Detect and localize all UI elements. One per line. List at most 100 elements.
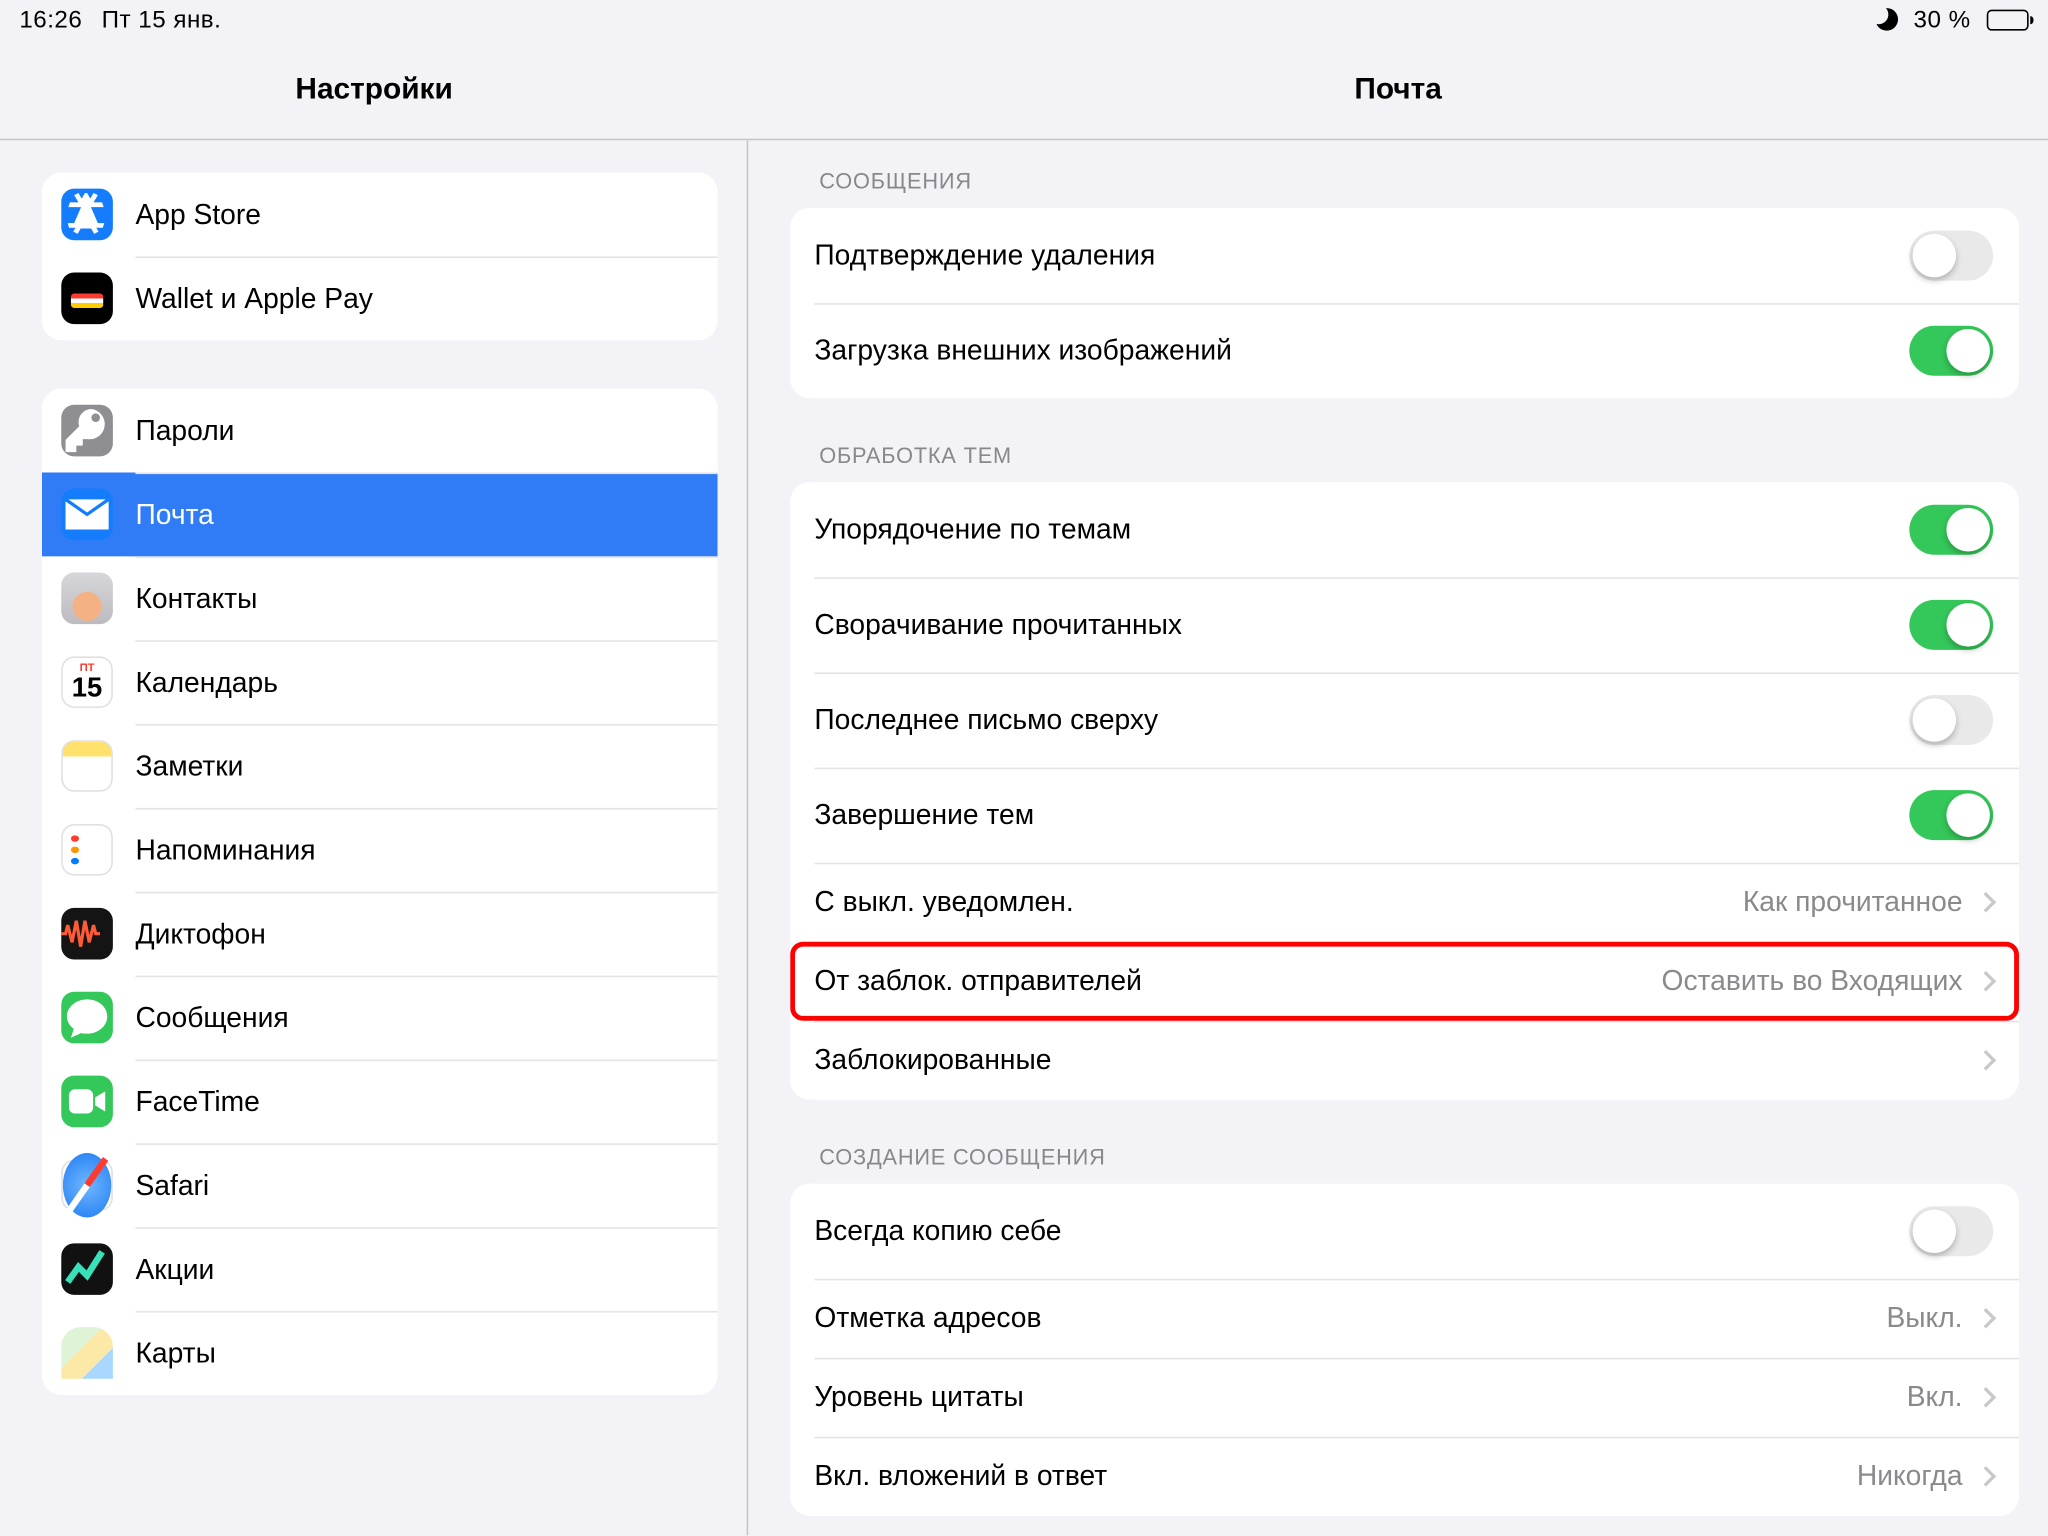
cell-value: Вкл. [1907, 1380, 1963, 1414]
sidebar-title: Настройки [0, 39, 748, 139]
sidebar-item-passwords[interactable]: Пароли [42, 389, 718, 473]
sidebar-item-label: App Store [135, 198, 261, 232]
status-date: Пт 15 янв. [102, 6, 222, 33]
sidebar-item-voice-memos[interactable]: Диктофон [42, 892, 718, 976]
sidebar-item-label: Контакты [135, 581, 257, 615]
toggle-collapse-read[interactable] [1909, 600, 1993, 650]
cell-label: Последнее письмо сверху [814, 703, 1909, 737]
cell-value: Как прочитанное [1743, 885, 1963, 919]
sidebar-item-label: Safari [135, 1168, 209, 1202]
chevron-right-icon [1976, 1050, 1997, 1071]
cell-value: Выкл. [1886, 1301, 1962, 1335]
sidebar-item-safari[interactable]: Safari [42, 1143, 718, 1227]
cell-label: Всегда копию себе [814, 1214, 1909, 1248]
toggle-complete-threads[interactable] [1909, 790, 1993, 840]
sidebar-item-reminders[interactable]: Напоминания [42, 808, 718, 892]
sidebar-item-label: Акции [135, 1252, 214, 1286]
row-most-recent-top[interactable]: Последнее письмо сверху [790, 672, 2019, 767]
sidebar-item-mail[interactable]: Почта [42, 472, 718, 556]
row-complete-threads[interactable]: Завершение тем [790, 768, 2019, 863]
sidebar-item-label: Напоминания [135, 833, 315, 867]
sidebar-item-label: Календарь [135, 665, 277, 699]
sidebar-item-label: Сообщения [135, 1001, 288, 1035]
stocks-icon [61, 1243, 113, 1295]
row-load-remote-images[interactable]: Загрузка внешних изображений [790, 303, 2019, 398]
chevron-right-icon [1976, 1466, 1997, 1487]
sidebar-item-label: Заметки [135, 749, 243, 783]
cell-label: Завершение тем [814, 798, 1909, 832]
voice-memo-icon [61, 908, 113, 960]
row-collapse-read[interactable]: Сворачивание прочитанных [790, 577, 2019, 672]
toggle-always-bcc-myself[interactable] [1909, 1206, 1993, 1256]
messages-icon [61, 992, 113, 1044]
row-muted-thread-action[interactable]: С выкл. уведомлен. Как прочитанное [790, 863, 2019, 942]
row-ask-before-deleting[interactable]: Подтверждение удаления [790, 208, 2019, 303]
sidebar-item-calendar[interactable]: ПТ15 Календарь [42, 640, 718, 724]
settings-sidebar[interactable]: App Store Wallet и Apple Pay Пароли Почт… [0, 140, 748, 1535]
sidebar-item-label: Пароли [135, 414, 234, 448]
notes-icon [61, 740, 113, 792]
sidebar-item-messages[interactable]: Сообщения [42, 976, 718, 1060]
toggle-organize-by-thread[interactable] [1909, 505, 1993, 555]
cell-value: Оставить во Входящих [1662, 964, 1963, 998]
sidebar-item-facetime[interactable]: FaceTime [42, 1059, 718, 1143]
wallet-icon [61, 273, 113, 325]
key-icon [61, 405, 113, 457]
sidebar-item-label: Wallet и Apple Pay [135, 281, 372, 315]
battery-percent: 30 % [1914, 6, 1971, 33]
row-blocked-sender-options[interactable]: От заблок. отправителей Оставить во Вход… [790, 942, 2019, 1021]
cell-label: Упорядочение по темам [814, 513, 1909, 547]
cell-label: От заблок. отправителей [814, 964, 1661, 998]
mail-settings-content[interactable]: Сообщения Подтверждение удаления Загрузк… [748, 140, 2048, 1535]
section-messages: Подтверждение удаления Загрузка внешних … [790, 208, 2019, 398]
sidebar-item-label: Почта [135, 497, 213, 531]
mail-icon [61, 489, 113, 541]
cell-value: Никогда [1857, 1459, 1963, 1493]
chevron-right-icon [1976, 1308, 1997, 1329]
sidebar-item-label: Диктофон [135, 917, 265, 951]
toggle-most-recent-top[interactable] [1909, 695, 1993, 745]
contacts-icon [61, 572, 113, 624]
section-header-composing: Создание сообщения [790, 1100, 2019, 1184]
chevron-right-icon [1976, 971, 1997, 992]
row-increase-quote-level[interactable]: Уровень цитаты Вкл. [790, 1358, 2019, 1437]
sidebar-item-appstore[interactable]: App Store [42, 173, 718, 257]
detail-title: Почта [748, 39, 2048, 139]
sidebar-item-notes[interactable]: Заметки [42, 724, 718, 808]
section-threading: Упорядочение по темам Сворачивание прочи… [790, 482, 2019, 1100]
row-mark-addresses[interactable]: Отметка адресов Выкл. [790, 1279, 2019, 1358]
cell-label: Вкл. вложений в ответ [814, 1459, 1856, 1493]
chevron-right-icon [1976, 1387, 1997, 1408]
chevron-right-icon [1976, 892, 1997, 913]
calendar-icon: ПТ15 [61, 656, 113, 708]
section-header-threading: Обработка тем [790, 398, 2019, 482]
cell-label: Заблокированные [814, 1043, 1978, 1077]
section-header-messages: Сообщения [790, 140, 2019, 208]
facetime-icon [61, 1076, 113, 1128]
appstore-icon [61, 189, 113, 241]
row-organize-by-thread[interactable]: Упорядочение по темам [790, 482, 2019, 577]
reminders-icon [61, 824, 113, 876]
sidebar-item-wallet[interactable]: Wallet и Apple Pay [42, 256, 718, 340]
battery-icon [1987, 9, 2029, 30]
status-bar: 16:26 Пт 15 янв. 30 % [0, 0, 2048, 39]
maps-icon [61, 1327, 113, 1379]
cell-label: Сворачивание прочитанных [814, 608, 1909, 642]
row-include-attachments-reply[interactable]: Вкл. вложений в ответ Никогда [790, 1437, 2019, 1516]
cell-label: Загрузка внешних изображений [814, 334, 1909, 368]
cell-label: Отметка адресов [814, 1301, 1886, 1335]
section-composing: Всегда копию себе Отметка адресов Выкл. … [790, 1184, 2019, 1516]
cell-label: Уровень цитаты [814, 1380, 1906, 1414]
toggle-ask-before-deleting[interactable] [1909, 231, 1993, 281]
status-time: 16:26 [19, 6, 82, 33]
sidebar-item-maps[interactable]: Карты [42, 1311, 718, 1395]
row-always-bcc-myself[interactable]: Всегда копию себе [790, 1184, 2019, 1279]
sidebar-item-contacts[interactable]: Контакты [42, 556, 718, 640]
sidebar-item-label: Карты [135, 1336, 215, 1370]
sidebar-item-stocks[interactable]: Акции [42, 1227, 718, 1311]
cell-label: С выкл. уведомлен. [814, 885, 1742, 919]
row-blocked[interactable]: Заблокированные [790, 1021, 2019, 1100]
toggle-load-remote-images[interactable] [1909, 326, 1993, 376]
sidebar-item-label: FaceTime [135, 1084, 259, 1118]
do-not-disturb-icon [1875, 8, 1898, 31]
